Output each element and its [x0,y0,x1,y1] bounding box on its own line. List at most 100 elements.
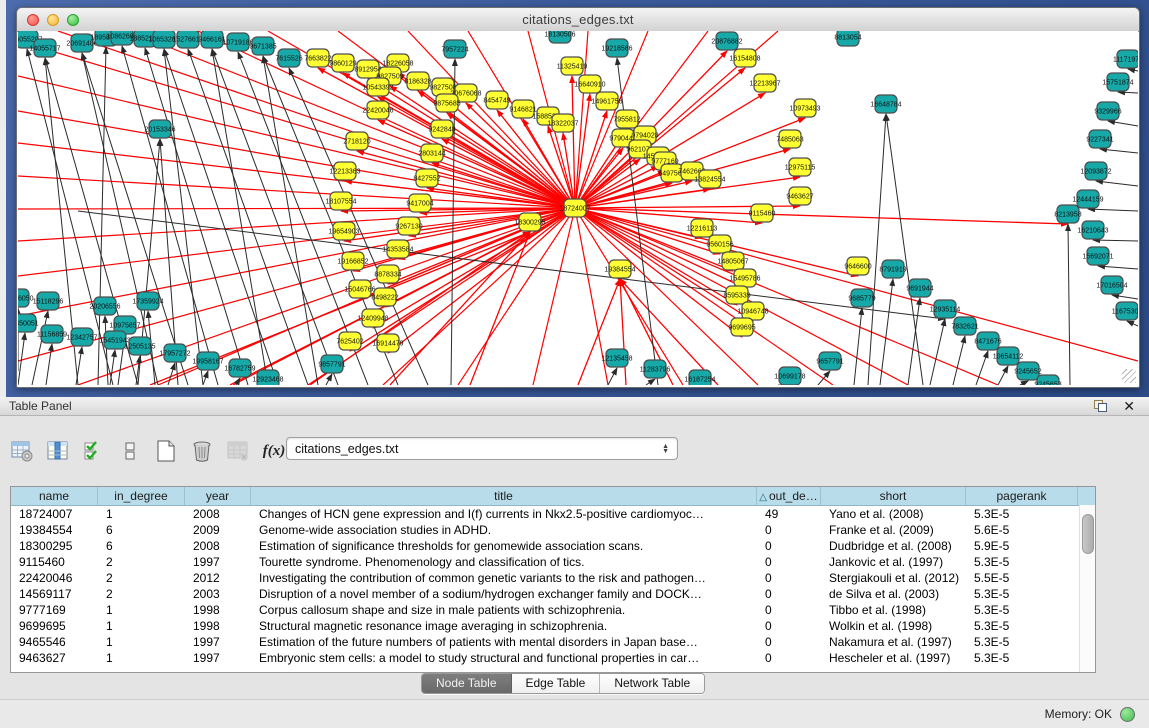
graph-node[interactable]: 8595339 [723,286,750,304]
graph-node[interactable]: 10654112 [993,347,1024,365]
graph-node[interactable]: 15118296 [33,292,64,310]
graph-node[interactable]: 12935114 [930,300,961,318]
graph-node[interactable]: 9242848 [428,120,455,138]
graph-node[interactable]: 7625402 [336,332,363,350]
graph-node[interactable]: 7955812 [613,110,640,128]
graph-node[interactable]: 18724007 [559,199,590,217]
network-canvas[interactable]: 1872400718300295193845547663822986012989… [18,31,1138,385]
graph-node[interactable]: 19218586 [601,39,632,57]
graph-node[interactable]: 11675300 [1112,302,1138,320]
rows-button[interactable] [116,437,144,465]
table-row[interactable]: 1830029562008Estimation of significance … [11,538,1095,554]
graph-node[interactable]: 7615526 [275,49,302,67]
graph-node[interactable]: 7663822 [304,49,331,67]
network-window-titlebar[interactable]: citations_edges.txt [17,8,1139,32]
table-row[interactable]: 946554611997Estimation of the future num… [11,634,1095,650]
table-row[interactable]: 1938455462009Genome-wide association stu… [11,522,1095,538]
graph-node[interactable]: 10973493 [789,99,820,117]
graph-node[interactable]: 11325419 [557,57,588,75]
window-resize-grip[interactable] [1122,369,1136,383]
graph-node[interactable]: 18322037 [547,114,578,132]
graph-node[interactable]: 8791919 [879,260,906,278]
graph-node[interactable]: 16782759 [224,359,255,377]
graph-node[interactable]: 15692071 [1082,247,1113,265]
table-settings-button[interactable] [8,437,36,465]
graph-node[interactable]: 9685779 [848,289,875,307]
graph-node[interactable]: 18130506 [544,31,575,43]
graph-node[interactable]: 12975115 [785,158,816,176]
graph-node[interactable]: 17957272 [159,344,190,362]
graph-node[interactable]: 8498222 [371,288,398,306]
graph-node[interactable]: 10699178 [774,367,805,385]
graph-node[interactable]: 16210643 [1077,221,1108,239]
graph-node[interactable]: 16914479 [372,334,403,352]
zoom-traffic-light-icon[interactable] [67,14,79,26]
minimize-traffic-light-icon[interactable] [47,14,59,26]
graph-node[interactable]: 9227341 [1086,130,1113,148]
function-builder-button[interactable]: f(x) [260,437,288,465]
table-row[interactable]: 969969511998Structural magnetic resonanc… [11,618,1095,634]
graph-node[interactable]: 9463627 [786,187,813,205]
graph-node[interactable]: 10543392 [362,78,393,96]
graph-node[interactable]: 12342757 [66,328,97,346]
table-row[interactable]: 2242004622012Investigating the contribut… [11,570,1095,586]
graph-node[interactable]: 25266050 [18,289,34,307]
graph-node[interactable]: 11171977 [1113,50,1138,68]
graph-node[interactable]: 9417004 [406,194,433,212]
tab-edge-table[interactable]: Edge Table [512,674,601,693]
graph-node[interactable]: 12505135 [124,337,155,355]
table-row[interactable]: 1872400712008Changes of HCN gene express… [11,506,1095,522]
graph-node[interactable]: 14961758 [591,92,622,110]
float-panel-icon[interactable] [1094,400,1107,412]
memory-status-indicator-icon[interactable] [1120,707,1135,722]
graph-node[interactable]: 9875685 [433,94,460,112]
graph-node[interactable]: 12213363 [329,162,360,180]
graph-node[interactable]: 22420046 [362,101,393,119]
graph-node[interactable]: 9671385 [249,37,276,55]
graph-node[interactable]: 19384554 [604,260,635,278]
graph-node[interactable]: 9657791 [816,352,843,370]
graph-node[interactable]: 8813054 [834,31,861,46]
graph-node[interactable]: 8454749 [483,91,510,109]
tab-network-table[interactable]: Network Table [600,674,704,693]
graph-node[interactable]: 9115460 [749,204,776,222]
trash-button[interactable] [188,437,216,465]
graph-node[interactable]: 12409948 [357,309,388,327]
graph-node[interactable]: 16640910 [574,75,605,93]
close-traffic-light-icon[interactable] [27,14,39,26]
new-file-button[interactable] [152,437,180,465]
graph-node[interactable]: 17016504 [1096,276,1127,294]
graph-node[interactable]: 18107554 [325,192,356,210]
graph-node[interactable]: 15751874 [1102,73,1133,91]
graph-node[interactable]: 14805067 [717,252,748,270]
table-row[interactable]: 946362711997Embryonic stem cells: a mode… [11,650,1095,666]
graph-node[interactable]: 9267130 [395,217,422,235]
table-row[interactable]: 1456911722003Disruption of a novel membe… [11,586,1095,602]
graph-node[interactable]: 13824554 [694,170,725,188]
graph-node[interactable]: 16648784 [870,95,901,113]
graph-node[interactable]: 12216113 [687,219,718,237]
graph-node[interactable]: 17359924 [132,292,163,310]
graph-node[interactable]: 8350051 [18,314,39,332]
graph-node[interactable]: 7832621 [951,317,978,335]
graph-node[interactable]: 19958167 [192,352,223,370]
column-header-short[interactable]: short [821,487,966,505]
graph-node[interactable]: 10946748 [737,302,768,320]
graph-node[interactable]: 9857791 [318,355,345,373]
graph-node[interactable]: 7957224 [441,40,468,58]
select-rows-check-button[interactable] [80,437,108,465]
graph-node[interactable]: 8878334 [374,265,401,283]
graph-node[interactable]: 16187254 [684,370,715,385]
column-header-year[interactable]: year [185,487,251,505]
graph-node[interactable]: 2718120 [343,132,370,150]
graph-node[interactable]: 8427552 [413,169,440,187]
graph-node[interactable]: 7485063 [776,130,803,148]
graph-node[interactable]: 12093872 [1080,162,1111,180]
column-header-title[interactable]: title [251,487,757,505]
column-header-in_degree[interactable]: in_degree [98,487,185,505]
graph-node[interactable]: 2803144 [418,144,445,162]
graph-node[interactable]: 20876882 [711,32,742,50]
graph-node[interactable]: 14353584 [382,240,413,258]
graph-node[interactable]: 8186328 [404,72,431,90]
column-header-pagerank[interactable]: pagerank [966,487,1078,505]
